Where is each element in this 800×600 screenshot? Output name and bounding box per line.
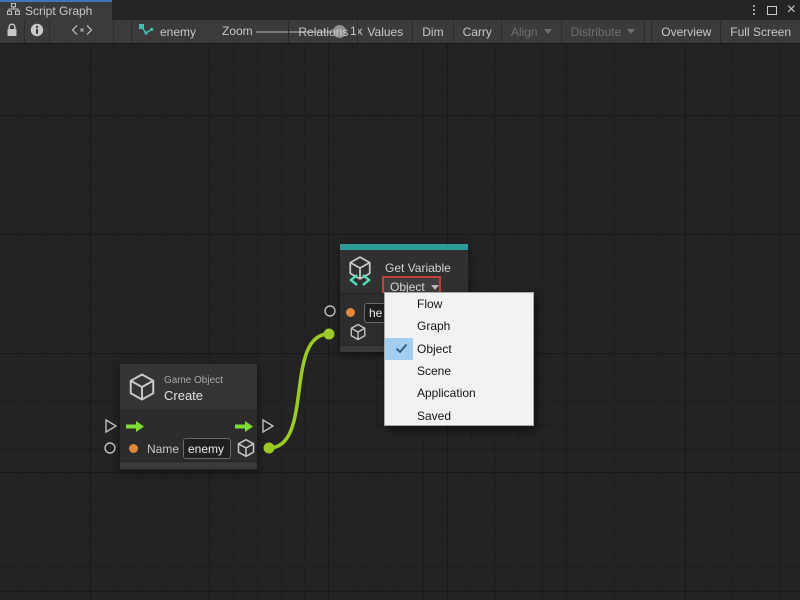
scope-context-menu: Flow Graph Object Scene Applicat — [384, 292, 534, 426]
breadcrumb[interactable]: enemy — [138, 20, 196, 43]
chevron-down-icon — [544, 29, 552, 34]
lock-button[interactable] — [0, 20, 25, 43]
game-object-cube-icon — [127, 372, 157, 407]
string-port-icon[interactable] — [129, 444, 138, 453]
name-port-label: Name — [147, 442, 179, 456]
window-title: Script Graph — [25, 4, 92, 18]
flow-out-arrow-icon[interactable] — [234, 420, 254, 438]
graph-node-icon — [138, 23, 154, 40]
info-button[interactable] — [25, 20, 50, 43]
flow-in-arrow-icon[interactable] — [125, 420, 145, 438]
menu-item-saved[interactable]: Saved — [385, 404, 533, 426]
create-header: Game Object Create — [120, 364, 257, 410]
info-icon — [30, 23, 44, 40]
get-variable-header: Get Variable Object — [340, 250, 468, 293]
carry-button[interactable]: Carry — [453, 20, 501, 43]
node-category: Game Object — [164, 375, 223, 386]
script-graph-window: Script Graph × — [0, 0, 800, 600]
create-name-input-port[interactable] — [105, 443, 115, 453]
window-controls: × — [751, 0, 796, 20]
get-variable-name-input-port[interactable] — [325, 306, 335, 316]
checkmark-icon — [385, 338, 413, 360]
breadcrumb-label: enemy — [160, 25, 196, 39]
create-output-port-connected[interactable] — [264, 443, 275, 454]
window-menu-icon[interactable] — [751, 3, 757, 17]
menu-item-application[interactable]: Application — [385, 382, 533, 404]
code-view-button[interactable] — [50, 20, 114, 43]
menu-item-object[interactable]: Object — [385, 338, 533, 360]
toolbar-separator — [114, 20, 132, 43]
create-flow-output-port[interactable] — [263, 420, 273, 432]
toolbar-buttons: Relations Values Dim Carry Align Distrib… — [288, 20, 800, 43]
check-gutter — [385, 404, 413, 426]
align-button[interactable]: Align — [501, 20, 561, 43]
name-input-field[interactable] — [183, 438, 231, 459]
create-body: Name — [120, 410, 257, 461]
connection-wire[interactable] — [269, 334, 329, 448]
node-title: Create — [164, 388, 203, 403]
check-gutter — [385, 382, 413, 404]
overview-button[interactable]: Overview — [651, 20, 720, 43]
code-brackets-icon — [71, 24, 93, 39]
close-icon[interactable]: × — [787, 2, 796, 18]
lock-icon — [6, 23, 18, 40]
toolbar: enemy Zoom 1x Relations Values Dim Carry… — [0, 20, 800, 44]
titlebar: Script Graph × — [0, 0, 800, 20]
code-brackets-teal-icon — [349, 273, 371, 291]
maximize-icon[interactable] — [767, 6, 777, 15]
dim-button[interactable]: Dim — [412, 20, 452, 43]
create-node[interactable]: Game Object Create Name — [120, 364, 257, 470]
object-port-cube-icon[interactable] — [349, 323, 367, 346]
string-port-icon[interactable] — [346, 308, 355, 317]
distribute-button[interactable]: Distribute — [561, 20, 645, 43]
chevron-down-icon — [431, 285, 439, 290]
tab-script-graph[interactable]: Script Graph — [0, 0, 112, 20]
chevron-down-icon — [627, 29, 635, 34]
menu-item-scene[interactable]: Scene — [385, 360, 533, 382]
get-variable-object-port-connected[interactable] — [324, 329, 335, 340]
zoom-label: Zoom — [222, 24, 253, 38]
graph-icon — [7, 2, 20, 20]
menu-item-flow[interactable]: Flow — [385, 293, 533, 315]
check-gutter — [385, 315, 413, 337]
relations-button[interactable]: Relations — [288, 20, 357, 43]
full-screen-button[interactable]: Full Screen — [720, 20, 800, 43]
graph-canvas[interactable]: Get Variable Object — [0, 44, 800, 600]
values-button[interactable]: Values — [357, 20, 412, 43]
check-gutter — [385, 360, 413, 382]
output-cube-icon[interactable] — [236, 438, 256, 463]
menu-item-graph[interactable]: Graph — [385, 315, 533, 337]
toolbar-separator — [644, 20, 651, 43]
create-flow-input-port[interactable] — [106, 420, 116, 432]
node-title: Get Variable — [385, 261, 451, 275]
check-gutter — [385, 293, 413, 315]
